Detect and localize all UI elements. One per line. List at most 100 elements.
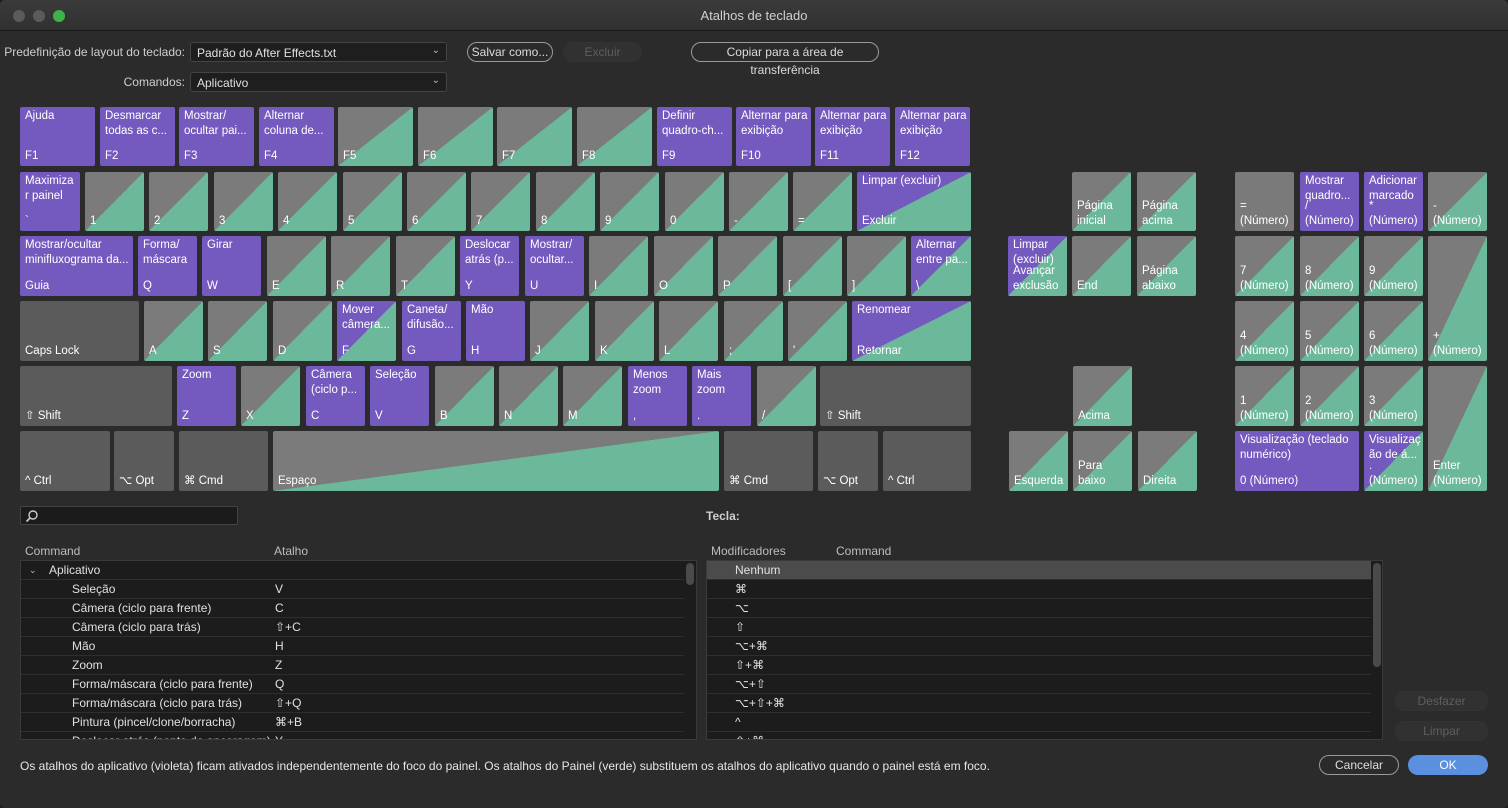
key-s[interactable]: S [208,301,267,361]
key-t[interactable]: T [396,236,455,296]
key-cmd[interactable]: ⌘ Cmd [724,431,813,491]
key-f11[interactable]: Alternar para exibição F11 [815,107,890,166]
key-avan-ar-exclus-o[interactable]: Limpar (excluir) Avançar exclusão [1008,236,1067,296]
search-input[interactable] [20,506,238,525]
key-9[interactable]: 9 [600,172,659,231]
key-f[interactable]: Mover câmera... F [337,301,396,361]
key-f9[interactable]: Definir quadro-ch... F9 [657,107,732,166]
key-f4[interactable]: Alternar coluna de... F4 [259,107,334,166]
key-n-mero[interactable]: Mostrar quadro... / (Número) [1300,172,1359,231]
key-n-mero[interactable]: - (Número) [1428,172,1487,231]
search-field[interactable] [41,508,231,523]
modifier-row[interactable]: Nenhum [707,561,1371,580]
modifier-row[interactable]: ⌥+⌘ [707,637,1371,656]
key-m[interactable]: M [563,366,622,426]
column-header-modifiers[interactable]: Modificadores [711,544,786,558]
key-c[interactable]: Câmera (ciclo p... C [306,366,365,426]
key-acima[interactable]: Acima [1073,366,1132,426]
key-e[interactable]: E [267,236,326,296]
key-n-mero[interactable]: = (Número) [1235,172,1294,231]
key-0-n-mero[interactable]: Visualização (teclado numérico) 0 (Número… [1235,431,1359,491]
key-9-n-mero[interactable]: 9 (Número) [1364,236,1423,296]
key-h[interactable]: Mão H [466,301,525,361]
key-[interactable]: - [729,172,788,231]
key-b[interactable]: B [435,366,494,426]
copy-to-clipboard-button[interactable]: Copiar para a área de transferência [691,42,879,77]
key-shift[interactable]: ⇧ Shift [20,366,172,426]
key-a[interactable]: A [144,301,203,361]
modifier-row[interactable]: ⇧ [707,618,1371,637]
key-esquerda[interactable]: Esquerda [1009,431,1068,491]
key-f5[interactable]: F5 [338,107,413,166]
key-1-n-mero[interactable]: 1 (Número) [1235,366,1294,426]
key-k[interactable]: K [595,301,654,361]
key-f3[interactable]: Mostrar/ ocultar pai... F3 [179,107,254,166]
key-r[interactable]: R [331,236,390,296]
key-4[interactable]: 4 [278,172,337,231]
modifier-row[interactable]: ⌥ [707,599,1371,618]
modifier-row[interactable]: ⇧+⌘ [707,656,1371,675]
key-y[interactable]: Deslocar atrás (p... Y [460,236,519,296]
key-4-n-mero[interactable]: 4 (Número) [1235,301,1294,361]
key-f6[interactable]: F6 [418,107,493,166]
key-1[interactable]: 1 [85,172,144,231]
modifier-row[interactable]: ⌥+⇧ [707,675,1371,694]
key-7-n-mero[interactable]: 7 (Número) [1235,236,1294,296]
column-header-command[interactable]: Command [836,544,891,558]
key-p-gina-inicial[interactable]: Página inicial [1072,172,1131,231]
key-0[interactable]: 0 [665,172,724,231]
key-q[interactable]: Forma/ máscara Q [138,236,197,296]
table-row[interactable]: Forma/máscara (ciclo para trás) ⇧+Q [21,694,684,713]
modifier-row[interactable]: ⌘ [707,580,1371,599]
key-d[interactable]: D [273,301,332,361]
key-ctrl[interactable]: ^ Ctrl [883,431,971,491]
key-para-baixo[interactable]: Para baixo [1073,431,1132,491]
table-row[interactable]: Seleção V [21,580,684,599]
table-row[interactable]: Câmera (ciclo para frente) C [21,599,684,618]
key-enter-n-mero[interactable]: Enter (Número) [1428,366,1487,491]
key-7[interactable]: 7 [471,172,530,231]
key-f7[interactable]: F7 [497,107,572,166]
key-p-gina-acima[interactable]: Página acima [1137,172,1196,231]
key-3[interactable]: 3 [214,172,273,231]
key-opt[interactable]: ⌥ Opt [818,431,878,491]
key-[interactable]: = [793,172,852,231]
scrollbar[interactable] [686,563,694,585]
key-8-n-mero[interactable]: 8 (Número) [1300,236,1359,296]
key-cmd[interactable]: ⌘ Cmd [179,431,268,491]
key-l[interactable]: L [659,301,718,361]
key-[interactable]: ; [724,301,783,361]
undo-button[interactable]: Desfazer [1395,691,1488,711]
key-[interactable]: ] [847,236,906,296]
key-p[interactable]: P [718,236,777,296]
table-row[interactable]: Pintura (pincel/clone/borracha) ⌘+B [21,713,684,732]
key-shift[interactable]: ⇧ Shift [820,366,971,426]
table-row[interactable]: Câmera (ciclo para trás) ⇧+C [21,618,684,637]
clear-button[interactable]: Limpar [1395,721,1488,741]
key-p-gina-abaixo[interactable]: Página abaixo [1137,236,1196,296]
key-n-mero[interactable]: Adicionar marcado * (Número) [1364,172,1423,231]
key-6[interactable]: 6 [407,172,466,231]
key-opt[interactable]: ⌥ Opt [114,431,174,491]
table-row[interactable]: Zoom Z [21,656,684,675]
key-[interactable]: [ [783,236,842,296]
key-o[interactable]: O [654,236,713,296]
key-n-mero[interactable]: Visualizaç ão de á.... (Número) [1364,431,1423,491]
key-f8[interactable]: F8 [577,107,652,166]
key-n[interactable]: N [499,366,558,426]
preset-dropdown[interactable]: Padrão do After Effects.txt ⌄ [190,42,447,62]
key-direita[interactable]: Direita [1138,431,1197,491]
key-ctrl[interactable]: ^ Ctrl [20,431,110,491]
key-[interactable]: Menos zoom, [628,366,687,426]
key-x[interactable]: X [241,366,300,426]
key-g[interactable]: Caneta/ difusão... G [402,301,461,361]
key-3-n-mero[interactable]: 3 (Número) [1364,366,1423,426]
key-f10[interactable]: Alternar para exibição F10 [736,107,811,166]
save-as-button[interactable]: Salvar como... [467,42,553,62]
commands-dropdown[interactable]: Aplicativo ⌄ [190,72,447,92]
table-row[interactable]: Deslocar atrás (ponto de ancoragem) Y [21,732,684,739]
key-f12[interactable]: Alternar para exibição F12 [895,107,970,166]
key-2[interactable]: 2 [149,172,208,231]
key-8[interactable]: 8 [536,172,595,231]
key-f1[interactable]: Ajuda F1 [20,107,95,166]
